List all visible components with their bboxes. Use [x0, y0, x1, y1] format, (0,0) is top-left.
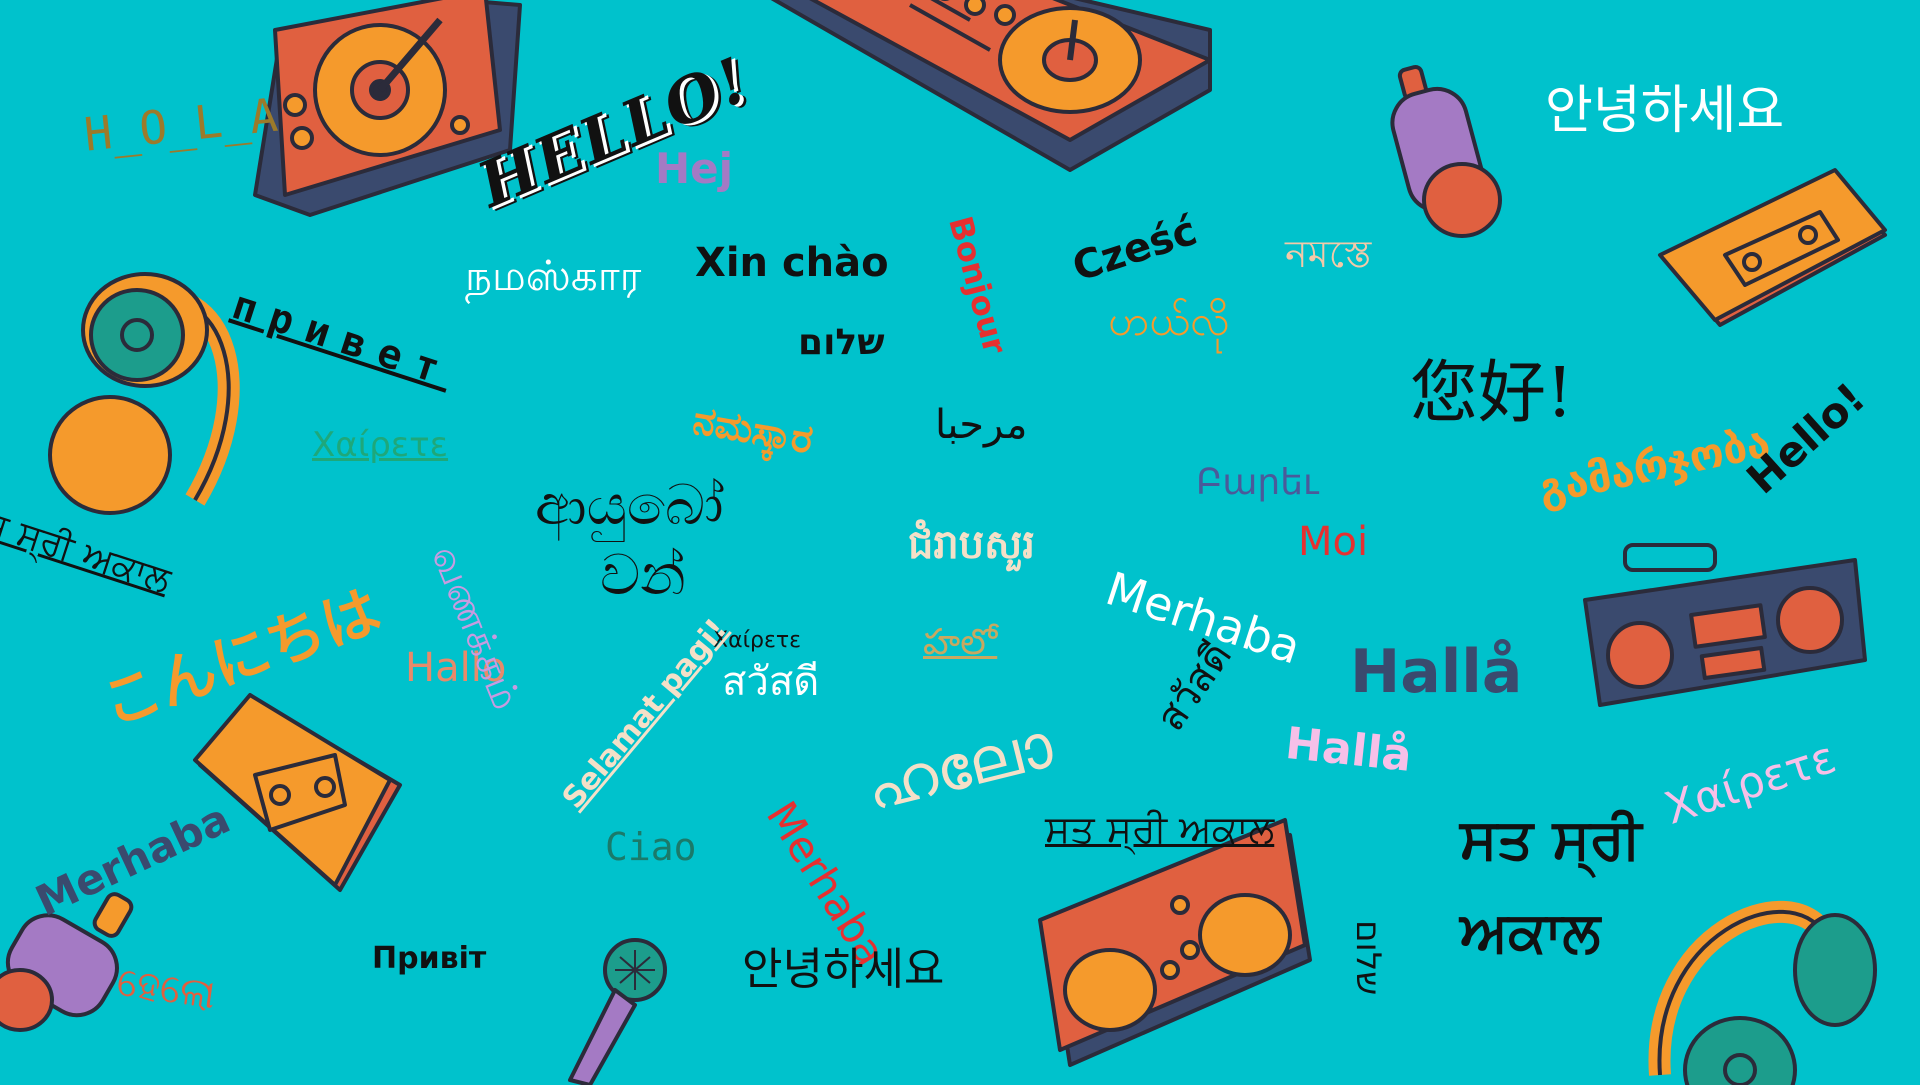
greeting-sat-sri-underlined: ਸਤ ਸ੍ਰੀ ਅਕਾਲ	[1045, 807, 1275, 851]
greeting-malayalam: ഹലോ	[858, 708, 1060, 826]
greeting-pryvit: Привіт	[372, 941, 487, 976]
headphones-icon	[48, 272, 240, 515]
greeting-chumreap: ជំរាបសួរ	[908, 522, 1035, 568]
greeting-ayubowan-line2: වන්	[600, 543, 686, 608]
greeting-sat-sri-big-line2: ਅਕਾਲ	[1460, 900, 1601, 965]
greeting-marhaba-arabic: مرحبا	[935, 402, 1028, 448]
greeting-privet: привет	[226, 282, 459, 397]
greeting-xin-chao: Xin chào	[695, 240, 889, 286]
greeting-shalom: שלום	[798, 322, 885, 363]
greeting-mingalaba: ဟယ်လို	[1108, 296, 1230, 345]
dj-mixer-icon	[1038, 818, 1312, 1067]
greeting-barev: Բարեւ	[1196, 462, 1319, 503]
greeting-chairete-green: Χαίρετε	[312, 425, 449, 465]
greeting-nin-hao: 您好!	[1410, 354, 1574, 433]
greeting-selamat-pagi: Selamat pagi!	[555, 612, 735, 816]
greeting-halla-pink: Hallå	[1283, 718, 1415, 782]
greeting-moi: Moi	[1298, 519, 1369, 565]
greeting-annyeong-black: 안녕하세요	[742, 944, 945, 995]
greeting-czesc: Cześć	[1067, 207, 1203, 291]
spray-can-icon	[1390, 65, 1502, 238]
greeting-sawasdee-black: สวัสดี	[1147, 633, 1242, 740]
greeting-sawasdee-white: สวัสดี	[722, 659, 820, 705]
greeting-hej: Hej	[655, 144, 734, 193]
greeting-namaskara-kannada: ನಮಸ್ಕಾರ	[689, 397, 817, 464]
greeting-annyeong-white: 안녕하세요	[1545, 81, 1785, 141]
greeting-namaskara-tamil: நமஸ்கார	[465, 251, 642, 300]
greeting-telugu: హలో	[923, 622, 998, 663]
greeting-chairete-pink: Χαίρετε	[1658, 731, 1842, 835]
greeting-shalom-vertical: שלום	[1348, 920, 1388, 996]
greeting-namaste: নমস্তে	[1285, 232, 1372, 276]
cassette-icon	[193, 693, 402, 892]
greeting-halla-dark: Hallå	[1350, 637, 1523, 707]
dj-mixer-icon	[770, 0, 1212, 172]
greeting-ciao: Ciao	[605, 825, 697, 869]
headphones-icon	[1648, 900, 1877, 1085]
cassette-icon	[1658, 168, 1887, 327]
greeting-sat-sri-big-line1: ਸਤ ਸ੍ਰੀ	[1460, 807, 1642, 872]
microphone-icon	[568, 938, 667, 1085]
boombox-icon	[1583, 543, 1867, 707]
greeting-bonjour: Bonjour	[941, 212, 1015, 358]
greeting-ayubowan-line1: ආයුබෝ	[535, 473, 724, 538]
